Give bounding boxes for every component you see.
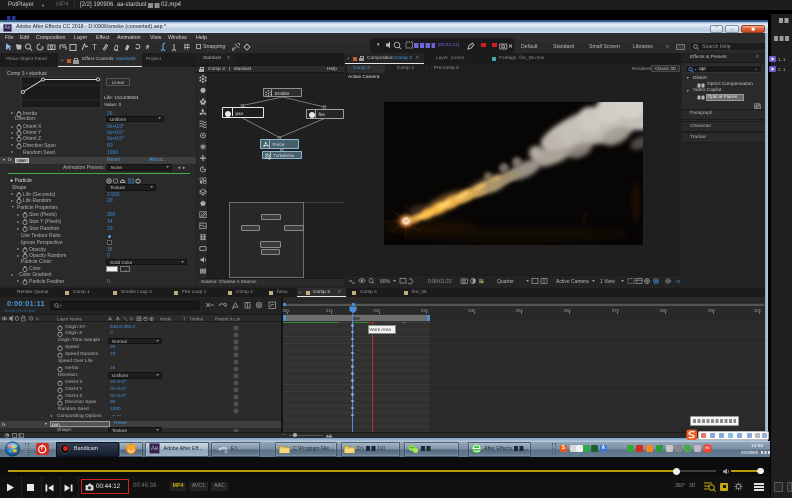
svg-text:T: T: [183, 316, 186, 321]
svg-text:Mode: Mode: [160, 316, 172, 321]
svg-text:Parent & Lin: Parent & Lin: [215, 316, 241, 321]
svg-text:Layer Name: Layer Name: [57, 316, 82, 321]
svg-text:50%: 50%: [380, 279, 391, 285]
svg-text:Quarter: Quarter: [497, 279, 514, 285]
svg-text:Active Camera: Active Camera: [556, 279, 589, 285]
svg-text:TrkMat: TrkMat: [189, 316, 204, 321]
svg-text:#: #: [36, 316, 39, 321]
svg-text:+0.0: +0.0: [675, 279, 681, 284]
svg-text:0:00:01:21: 0:00:01:21: [428, 279, 452, 285]
svg-text:1 View: 1 View: [600, 279, 615, 285]
svg-text:T: T: [92, 43, 97, 52]
svg-text:fx: fx: [130, 316, 134, 321]
